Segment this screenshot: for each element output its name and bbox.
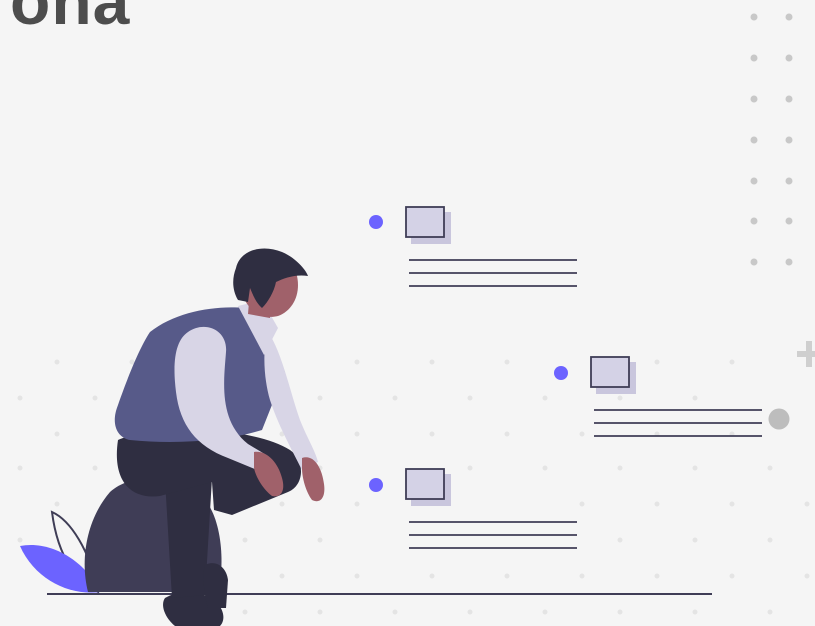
bullet-dot	[554, 366, 568, 380]
card-icon	[590, 356, 630, 388]
decorative-dot-grid	[750, 13, 793, 266]
hero-illustration	[17, 13, 815, 626]
card-icon	[405, 206, 445, 238]
plus-icon	[797, 341, 815, 367]
list-item-2	[554, 356, 762, 437]
bullet-dot	[369, 478, 383, 492]
circle-icon	[768, 408, 790, 430]
list-item-1	[369, 206, 577, 287]
list-item-3	[369, 468, 577, 549]
bullet-dot	[369, 215, 383, 229]
card-icon	[405, 468, 445, 500]
